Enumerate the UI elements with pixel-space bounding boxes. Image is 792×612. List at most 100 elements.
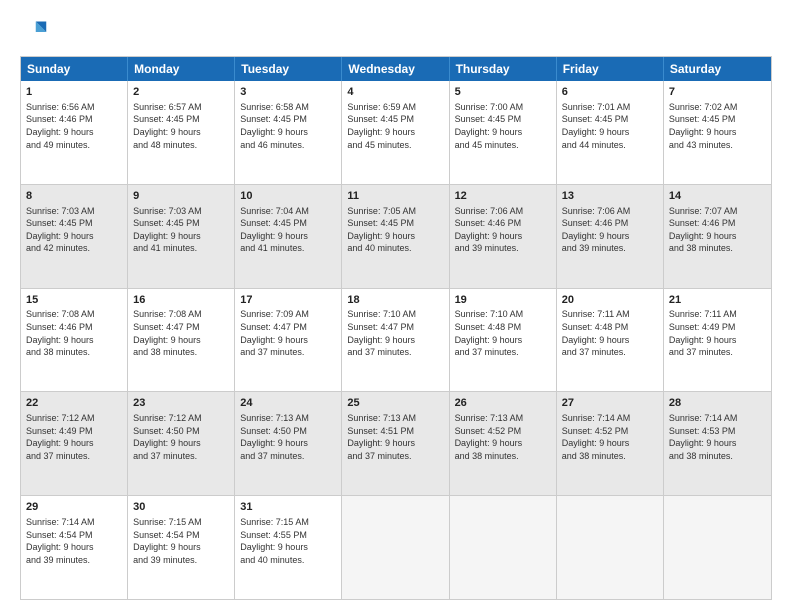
calendar-cell: 10Sunrise: 7:04 AMSunset: 4:45 PMDayligh… [235, 185, 342, 288]
day-number: 22 [26, 396, 122, 411]
calendar-cell [664, 496, 771, 599]
cell-info: Sunrise: 7:06 AMSunset: 4:46 PMDaylight:… [562, 205, 658, 255]
day-number: 9 [133, 189, 229, 204]
day-number: 16 [133, 293, 229, 308]
day-number: 1 [26, 85, 122, 100]
day-number: 4 [347, 85, 443, 100]
day-number: 17 [240, 293, 336, 308]
calendar-body: 1Sunrise: 6:56 AMSunset: 4:46 PMDaylight… [21, 81, 771, 599]
calendar-cell: 26Sunrise: 7:13 AMSunset: 4:52 PMDayligh… [450, 392, 557, 495]
cell-info: Sunrise: 6:57 AMSunset: 4:45 PMDaylight:… [133, 101, 229, 151]
calendar-cell: 27Sunrise: 7:14 AMSunset: 4:52 PMDayligh… [557, 392, 664, 495]
calendar-cell: 17Sunrise: 7:09 AMSunset: 4:47 PMDayligh… [235, 289, 342, 392]
day-number: 19 [455, 293, 551, 308]
calendar-week: 15Sunrise: 7:08 AMSunset: 4:46 PMDayligh… [21, 289, 771, 393]
calendar-header-cell: Saturday [664, 57, 771, 81]
cell-info: Sunrise: 6:56 AMSunset: 4:46 PMDaylight:… [26, 101, 122, 151]
day-number: 25 [347, 396, 443, 411]
calendar-week: 22Sunrise: 7:12 AMSunset: 4:49 PMDayligh… [21, 392, 771, 496]
calendar-header-cell: Friday [557, 57, 664, 81]
cell-info: Sunrise: 7:00 AMSunset: 4:45 PMDaylight:… [455, 101, 551, 151]
cell-info: Sunrise: 7:11 AMSunset: 4:48 PMDaylight:… [562, 308, 658, 358]
day-number: 7 [669, 85, 766, 100]
day-number: 26 [455, 396, 551, 411]
cell-info: Sunrise: 7:03 AMSunset: 4:45 PMDaylight:… [26, 205, 122, 255]
day-number: 3 [240, 85, 336, 100]
calendar-header-cell: Thursday [450, 57, 557, 81]
calendar-week: 8Sunrise: 7:03 AMSunset: 4:45 PMDaylight… [21, 185, 771, 289]
calendar-cell [557, 496, 664, 599]
day-number: 28 [669, 396, 766, 411]
calendar: SundayMondayTuesdayWednesdayThursdayFrid… [20, 56, 772, 600]
day-number: 5 [455, 85, 551, 100]
calendar-header-cell: Wednesday [342, 57, 449, 81]
day-number: 30 [133, 500, 229, 515]
calendar-cell: 13Sunrise: 7:06 AMSunset: 4:46 PMDayligh… [557, 185, 664, 288]
cell-info: Sunrise: 7:14 AMSunset: 4:53 PMDaylight:… [669, 412, 766, 462]
day-number: 2 [133, 85, 229, 100]
cell-info: Sunrise: 7:10 AMSunset: 4:48 PMDaylight:… [455, 308, 551, 358]
cell-info: Sunrise: 6:58 AMSunset: 4:45 PMDaylight:… [240, 101, 336, 151]
cell-info: Sunrise: 7:08 AMSunset: 4:47 PMDaylight:… [133, 308, 229, 358]
calendar-week: 1Sunrise: 6:56 AMSunset: 4:46 PMDaylight… [21, 81, 771, 185]
calendar-header-cell: Sunday [21, 57, 128, 81]
day-number: 11 [347, 189, 443, 204]
logo-icon [20, 18, 48, 46]
page: SundayMondayTuesdayWednesdayThursdayFrid… [0, 0, 792, 612]
calendar-cell: 30Sunrise: 7:15 AMSunset: 4:54 PMDayligh… [128, 496, 235, 599]
cell-info: Sunrise: 7:15 AMSunset: 4:54 PMDaylight:… [133, 516, 229, 566]
calendar-cell: 19Sunrise: 7:10 AMSunset: 4:48 PMDayligh… [450, 289, 557, 392]
day-number: 10 [240, 189, 336, 204]
cell-info: Sunrise: 7:01 AMSunset: 4:45 PMDaylight:… [562, 101, 658, 151]
calendar-cell [342, 496, 449, 599]
calendar-cell: 16Sunrise: 7:08 AMSunset: 4:47 PMDayligh… [128, 289, 235, 392]
cell-info: Sunrise: 7:11 AMSunset: 4:49 PMDaylight:… [669, 308, 766, 358]
calendar-cell: 6Sunrise: 7:01 AMSunset: 4:45 PMDaylight… [557, 81, 664, 184]
calendar-cell: 4Sunrise: 6:59 AMSunset: 4:45 PMDaylight… [342, 81, 449, 184]
calendar-cell: 7Sunrise: 7:02 AMSunset: 4:45 PMDaylight… [664, 81, 771, 184]
calendar-cell: 11Sunrise: 7:05 AMSunset: 4:45 PMDayligh… [342, 185, 449, 288]
day-number: 21 [669, 293, 766, 308]
cell-info: Sunrise: 7:06 AMSunset: 4:46 PMDaylight:… [455, 205, 551, 255]
calendar-cell: 5Sunrise: 7:00 AMSunset: 4:45 PMDaylight… [450, 81, 557, 184]
calendar-week: 29Sunrise: 7:14 AMSunset: 4:54 PMDayligh… [21, 496, 771, 599]
cell-info: Sunrise: 7:04 AMSunset: 4:45 PMDaylight:… [240, 205, 336, 255]
calendar-cell [450, 496, 557, 599]
day-number: 27 [562, 396, 658, 411]
calendar-cell: 18Sunrise: 7:10 AMSunset: 4:47 PMDayligh… [342, 289, 449, 392]
day-number: 23 [133, 396, 229, 411]
day-number: 15 [26, 293, 122, 308]
calendar-cell: 24Sunrise: 7:13 AMSunset: 4:50 PMDayligh… [235, 392, 342, 495]
cell-info: Sunrise: 7:07 AMSunset: 4:46 PMDaylight:… [669, 205, 766, 255]
day-number: 12 [455, 189, 551, 204]
logo [20, 18, 52, 46]
cell-info: Sunrise: 6:59 AMSunset: 4:45 PMDaylight:… [347, 101, 443, 151]
day-number: 29 [26, 500, 122, 515]
calendar-cell: 21Sunrise: 7:11 AMSunset: 4:49 PMDayligh… [664, 289, 771, 392]
cell-info: Sunrise: 7:10 AMSunset: 4:47 PMDaylight:… [347, 308, 443, 358]
cell-info: Sunrise: 7:03 AMSunset: 4:45 PMDaylight:… [133, 205, 229, 255]
cell-info: Sunrise: 7:12 AMSunset: 4:50 PMDaylight:… [133, 412, 229, 462]
cell-info: Sunrise: 7:13 AMSunset: 4:51 PMDaylight:… [347, 412, 443, 462]
day-number: 6 [562, 85, 658, 100]
calendar-cell: 23Sunrise: 7:12 AMSunset: 4:50 PMDayligh… [128, 392, 235, 495]
calendar-cell: 8Sunrise: 7:03 AMSunset: 4:45 PMDaylight… [21, 185, 128, 288]
calendar-cell: 20Sunrise: 7:11 AMSunset: 4:48 PMDayligh… [557, 289, 664, 392]
cell-info: Sunrise: 7:12 AMSunset: 4:49 PMDaylight:… [26, 412, 122, 462]
calendar-cell: 31Sunrise: 7:15 AMSunset: 4:55 PMDayligh… [235, 496, 342, 599]
day-number: 13 [562, 189, 658, 204]
cell-info: Sunrise: 7:14 AMSunset: 4:52 PMDaylight:… [562, 412, 658, 462]
day-number: 18 [347, 293, 443, 308]
day-number: 14 [669, 189, 766, 204]
cell-info: Sunrise: 7:08 AMSunset: 4:46 PMDaylight:… [26, 308, 122, 358]
calendar-cell: 12Sunrise: 7:06 AMSunset: 4:46 PMDayligh… [450, 185, 557, 288]
cell-info: Sunrise: 7:13 AMSunset: 4:50 PMDaylight:… [240, 412, 336, 462]
calendar-cell: 2Sunrise: 6:57 AMSunset: 4:45 PMDaylight… [128, 81, 235, 184]
calendar-cell: 1Sunrise: 6:56 AMSunset: 4:46 PMDaylight… [21, 81, 128, 184]
calendar-header-cell: Tuesday [235, 57, 342, 81]
cell-info: Sunrise: 7:02 AMSunset: 4:45 PMDaylight:… [669, 101, 766, 151]
day-number: 8 [26, 189, 122, 204]
day-number: 31 [240, 500, 336, 515]
calendar-cell: 28Sunrise: 7:14 AMSunset: 4:53 PMDayligh… [664, 392, 771, 495]
calendar-header-cell: Monday [128, 57, 235, 81]
